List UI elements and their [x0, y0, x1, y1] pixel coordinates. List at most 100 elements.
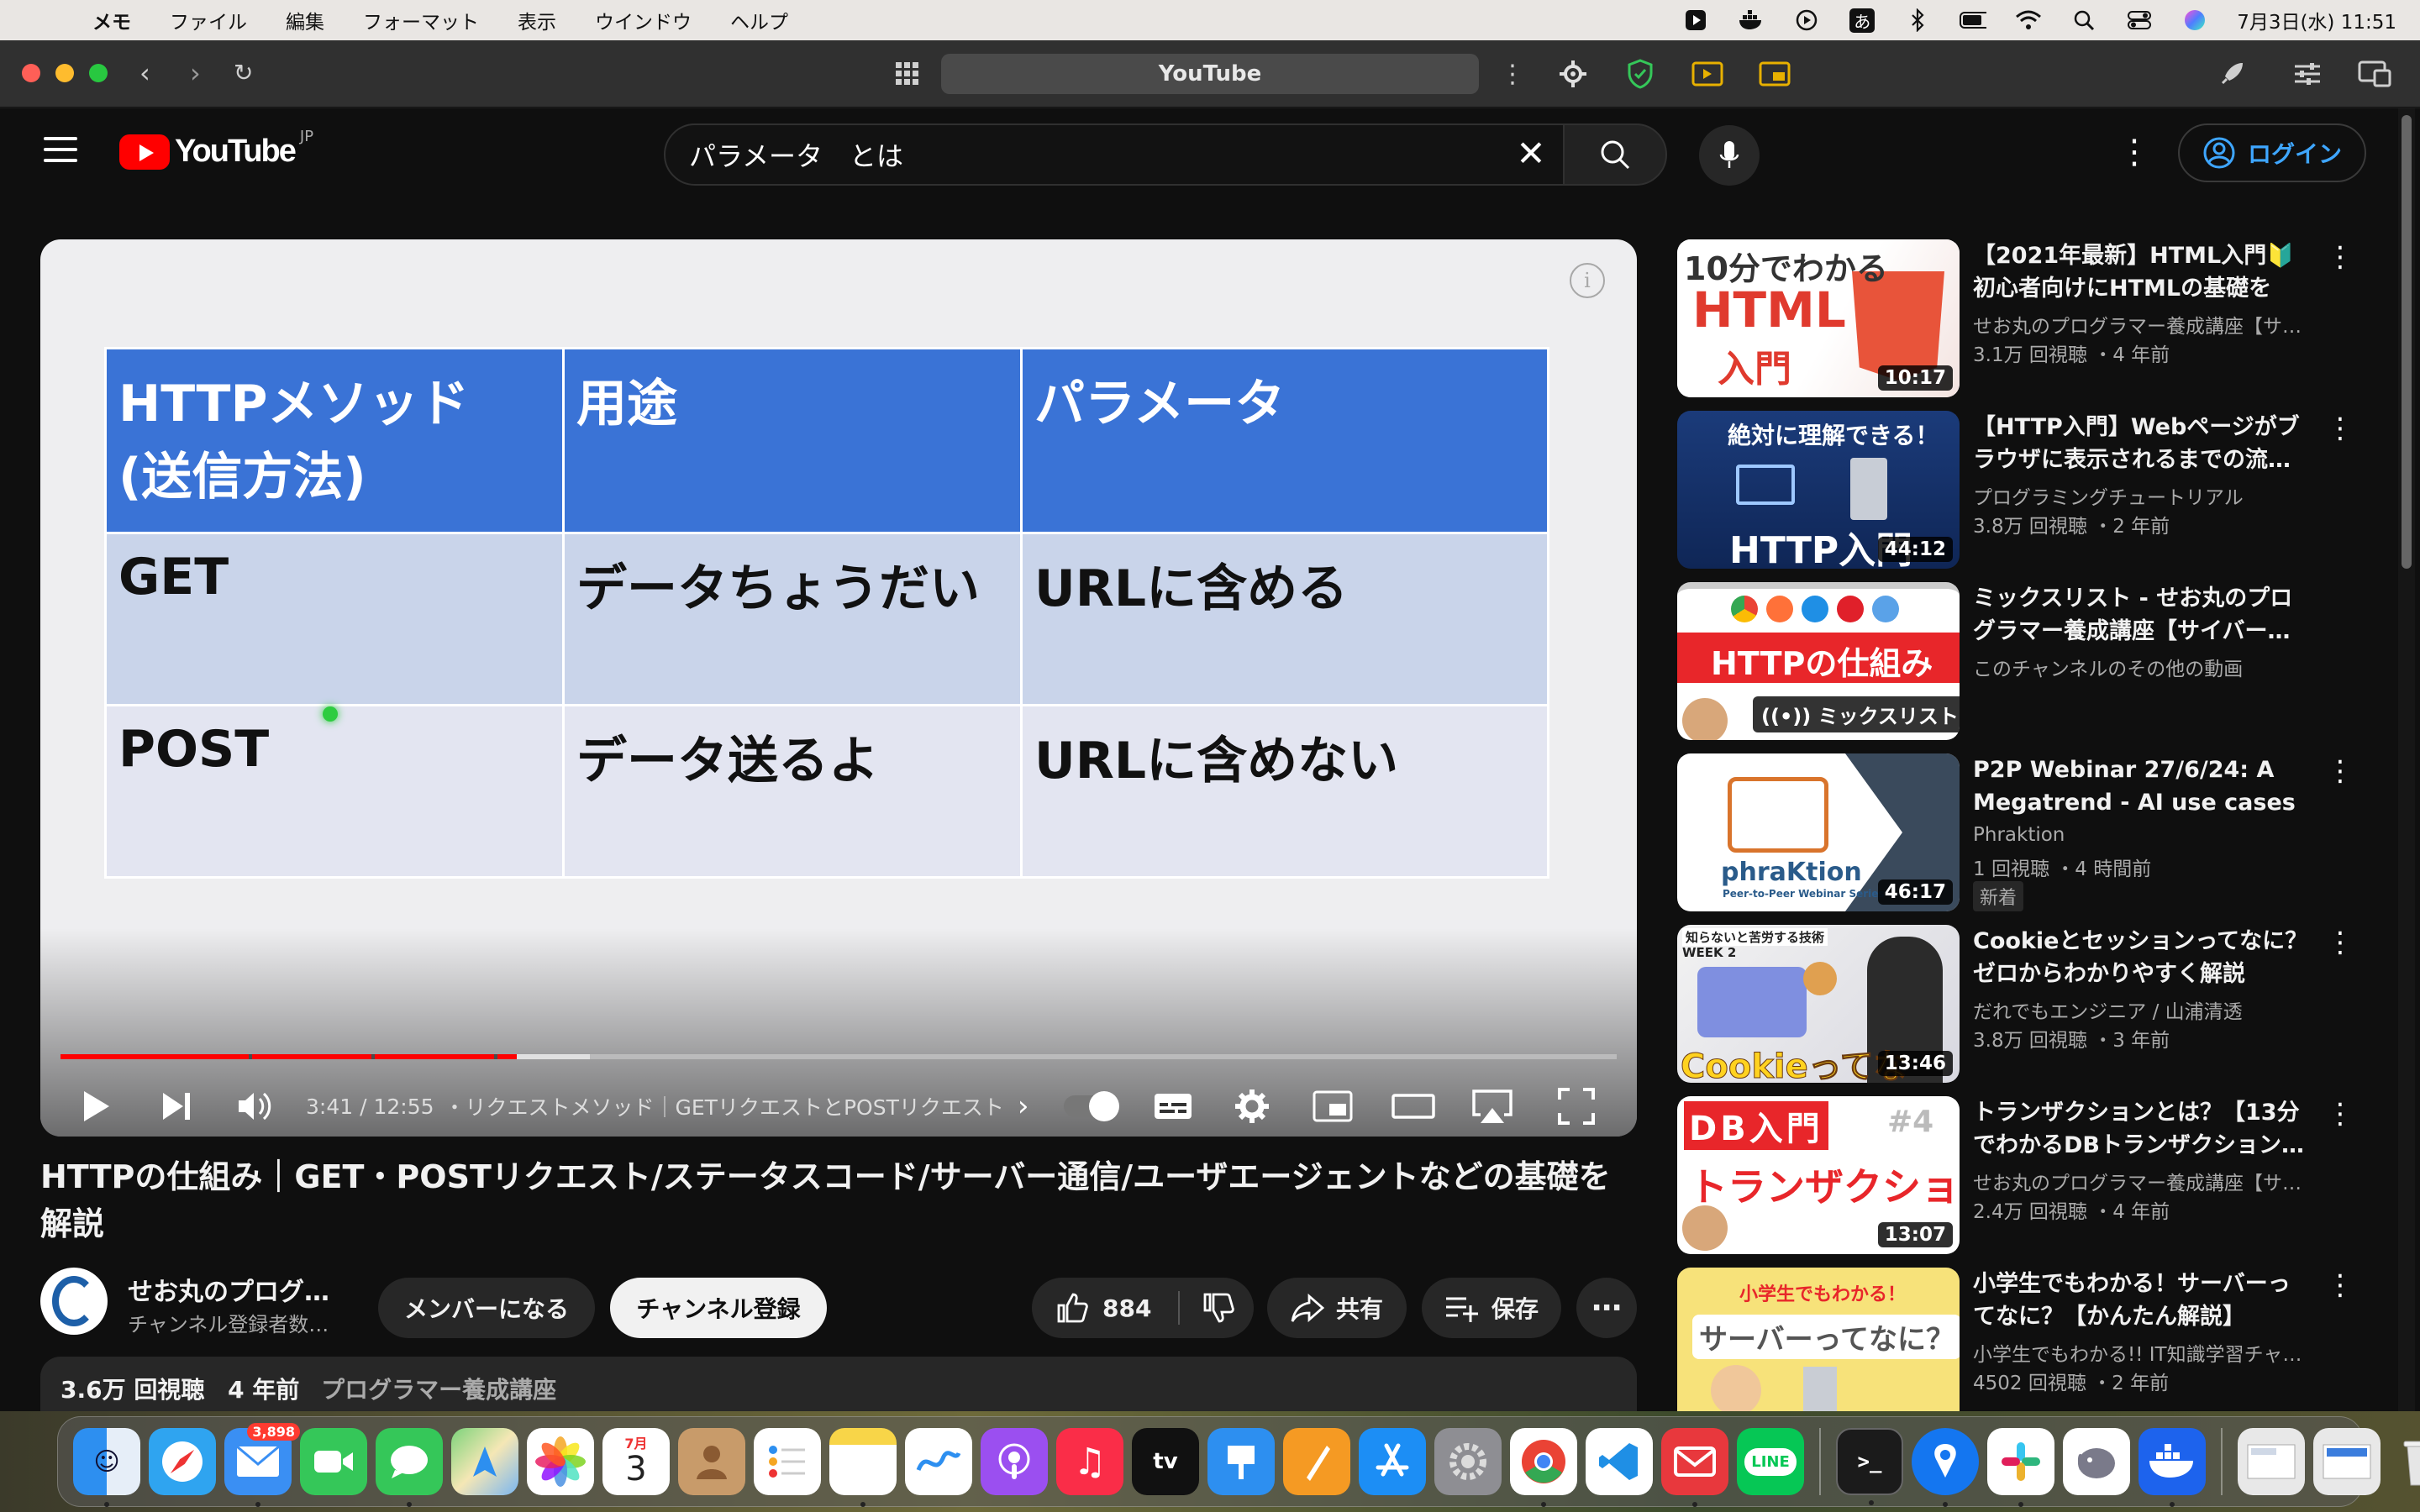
tv-app-icon[interactable]: tv [1132, 1428, 1199, 1495]
theater-mode-button[interactable] [1392, 1083, 1435, 1130]
chapter-title[interactable]: ・リクエストメソッド｜GETリクエストとPOSTリクエスト [445, 1091, 1004, 1121]
related-video-title[interactable]: トランザクションとは？【13分でわかるDBトランザクション… [1973, 1096, 2309, 1162]
downloads-stack-icon[interactable] [2238, 1428, 2305, 1495]
notes-app-icon[interactable] [829, 1428, 897, 1507]
control-center-icon[interactable] [2126, 8, 2153, 32]
video-thumbnail[interactable]: 10分でわかる HTML 入門 10:17 [1677, 239, 1960, 397]
subtitles-button[interactable] [1153, 1083, 1193, 1130]
related-video-title[interactable]: 小学生でもわかる！サーバーってなに？【かんたん解説】 [1973, 1268, 2309, 1333]
trash-icon[interactable] [2389, 1428, 2420, 1495]
related-video-item[interactable]: 小学生でもわかる！ サーバーってなに？ 小学生でもわかる！サーバーってなに？【か… [1677, 1268, 2366, 1411]
settings-button[interactable] [1234, 1083, 1270, 1130]
login-button[interactable]: ログイン [2178, 123, 2366, 182]
reload-icon[interactable]: ↻ [234, 59, 253, 87]
slack-app-icon[interactable] [1987, 1428, 2054, 1507]
related-video-channel[interactable]: だれでもエンジニア / 山浦清透 [1973, 995, 2309, 1024]
scrollbar-thumb[interactable] [2402, 115, 2412, 569]
join-button[interactable]: メンバーになる [378, 1278, 595, 1338]
calendar-app-icon[interactable]: 7月 3 [602, 1428, 670, 1495]
related-video-item[interactable]: 知らないと苦労する技術 WEEK 2 Cookieってな 13:46 Cooki… [1677, 925, 2366, 1084]
video-thumbnail[interactable]: phraKtion Peer-to-Peer Webinar Series 46… [1677, 753, 1960, 911]
airplay-button[interactable] [1470, 1083, 1514, 1130]
related-video-channel[interactable]: このチャンネルのその他の動画 [1973, 653, 2309, 681]
more-options-icon[interactable]: ⋮ [2326, 1271, 2354, 1299]
photos-app-icon[interactable] [527, 1428, 594, 1495]
video-thumbnail[interactable]: HTTPの仕組み ((•)) ミックスリスト [1677, 582, 1960, 740]
related-video-channel[interactable]: Phraktion [1973, 824, 2309, 846]
spotlight-search-icon[interactable] [2070, 8, 2097, 32]
related-video-title[interactable]: Cookieとセッションってなに？ゼロからわかりやすく解説 [1973, 925, 2309, 990]
related-video-title[interactable]: ミックスリスト - せお丸のプログラマー養成講座【サイバー… [1973, 582, 2309, 648]
screenshots-stack-icon[interactable] [2313, 1428, 2381, 1495]
related-video-title[interactable]: P2P Webinar 27/6/24: A Megatrend - AI us… [1973, 753, 2309, 819]
search-input[interactable] [689, 125, 1479, 184]
tableplus-app-icon[interactable] [2063, 1428, 2130, 1495]
hamburger-menu-icon[interactable] [44, 137, 77, 162]
share-button[interactable]: 共有 [1267, 1278, 1407, 1338]
fullscreen-button[interactable] [1558, 1083, 1595, 1130]
video-speed-extension-icon[interactable] [1691, 57, 1724, 91]
shield-extension-icon[interactable] [1623, 57, 1657, 91]
freeform-app-icon[interactable] [905, 1428, 972, 1495]
window-minimize-button[interactable] [55, 64, 74, 82]
related-video-item[interactable]: DB入門 #4 トランザクション 13:07 トランザクションとは？【13分でわ… [1677, 1096, 2366, 1256]
progress-bar[interactable] [60, 1054, 1617, 1059]
facetime-app-icon[interactable] [300, 1428, 367, 1495]
related-video-item[interactable]: 10分でわかる HTML 入門 10:17 【2021年最新】HTML入門🔰初心… [1677, 239, 2366, 399]
app-store-app-icon[interactable] [1359, 1428, 1426, 1495]
mute-button[interactable] [237, 1083, 276, 1130]
reminders-app-icon[interactable] [754, 1428, 821, 1495]
next-button[interactable] [160, 1083, 193, 1130]
rocket-icon[interactable] [2215, 57, 2249, 91]
more-actions-button[interactable]: ⋯ [1576, 1278, 1637, 1338]
description-box[interactable]: 3.6万 回視聴 4 年前 プログラマー養成講座 [40, 1357, 1637, 1411]
music-app-icon[interactable]: ♫ [1056, 1428, 1123, 1495]
related-video-channel[interactable]: プログラミングチュートリアル [1973, 481, 2309, 510]
related-video-channel[interactable]: せお丸のプログラマー養成講座【サ… [1973, 1167, 2309, 1195]
battery-icon[interactable] [1960, 8, 1987, 32]
terminal-app-icon[interactable]: >_ [1836, 1428, 1903, 1505]
menu-help[interactable]: ヘルプ [730, 6, 788, 34]
bluetooth-icon[interactable] [1904, 8, 1931, 32]
miniplayer-button[interactable] [1313, 1083, 1353, 1130]
video-thumbnail[interactable]: DB入門 #4 トランザクション 13:07 [1677, 1096, 1960, 1254]
related-video-item[interactable]: phraKtion Peer-to-Peer Webinar Series 46… [1677, 753, 2366, 913]
chapter-chevron-icon[interactable]: › [1018, 1089, 1029, 1123]
siri-icon[interactable] [2181, 8, 2208, 32]
info-icon[interactable]: i [1570, 263, 1605, 298]
line-app-icon[interactable]: LINE [1737, 1428, 1804, 1495]
youtube-logo[interactable]: YouTube JP [119, 128, 313, 170]
related-video-channel[interactable]: せお丸のプログラマー養成講座【サ… [1973, 310, 2309, 339]
input-method-icon[interactable]: あ [1849, 8, 1876, 33]
video-thumbnail[interactable]: 小学生でもわかる！ サーバーってなに？ [1677, 1268, 1960, 1411]
keynote-app-icon[interactable] [1207, 1428, 1275, 1495]
docker-app-icon[interactable] [2139, 1428, 2206, 1507]
window-zoom-button[interactable] [89, 64, 108, 82]
menu-app-name[interactable]: メモ [92, 6, 131, 34]
wifi-icon[interactable] [2015, 8, 2042, 32]
mail-app-icon[interactable]: 3,898 [224, 1423, 300, 1507]
related-video-item[interactable]: 絶対に理解できる！ HTTP入門 44:12 【HTTP入門】Webページがブラ… [1677, 411, 2366, 570]
screen-recorder-icon[interactable] [1682, 8, 1709, 32]
more-options-icon[interactable]: ⋮ [2326, 1100, 2354, 1128]
settings-more-icon[interactable]: ⋮ [2118, 135, 2151, 169]
page-menu-icon[interactable]: ⋮ [1496, 57, 1529, 91]
related-video-title[interactable]: 【2021年最新】HTML入門🔰初心者向けにHTMLの基礎を解… [1973, 239, 2309, 305]
menubar-clock[interactable]: 7月3日(水) 11:51 [2237, 6, 2396, 34]
video-thumbnail[interactable]: 絶対に理解できる！ HTTP入門 44:12 [1677, 411, 1960, 569]
spark-mail-app-icon[interactable] [1661, 1428, 1728, 1507]
more-options-icon[interactable]: ⋮ [2326, 928, 2354, 957]
video-player[interactable]: i HTTPメソッド (送信方法) 用途 パラメータ GET データちょうだい … [40, 239, 1637, 1137]
menu-window[interactable]: ウインドウ [595, 6, 692, 34]
channel-avatar[interactable] [40, 1268, 108, 1335]
contacts-app-icon[interactable] [678, 1428, 745, 1495]
more-options-icon[interactable]: ⋮ [2326, 243, 2354, 271]
more-options-icon[interactable]: ⋮ [2326, 414, 2354, 443]
safari-app-icon[interactable] [149, 1428, 216, 1495]
play-circle-icon[interactable] [1793, 8, 1820, 32]
picture-in-picture-extension-icon[interactable] [1758, 57, 1791, 91]
related-video-item[interactable]: HTTPの仕組み ((•)) ミックスリスト ミックスリスト - せお丸のプログ… [1677, 582, 2366, 742]
channel-name[interactable]: せお丸のプログ… [128, 1271, 329, 1308]
finder-app-icon[interactable]: ☺ [73, 1428, 140, 1507]
surfshark-app-icon[interactable] [1912, 1428, 1979, 1507]
